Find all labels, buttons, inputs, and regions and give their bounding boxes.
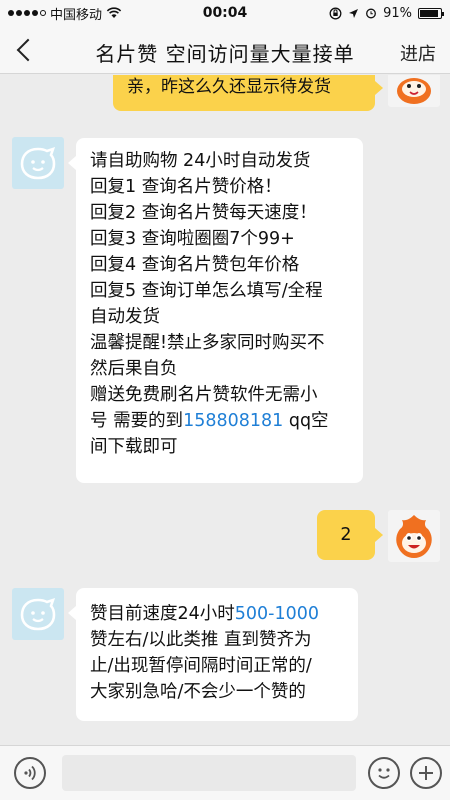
emoji-icon: [378, 768, 390, 779]
message-line: 回复4 查询名片赞包年价格: [90, 255, 300, 275]
message-bubble-outgoing[interactable]: 亲，昨这么久还显示待发货: [113, 75, 383, 111]
message-line: 回复3 查询啦圈圈7个99+: [90, 229, 295, 249]
message-line: 赞左右/以此类推 直到赞齐为: [90, 630, 312, 650]
battery-fill: [420, 9, 439, 17]
battery-percent: 91%: [383, 5, 412, 21]
location-icon: [349, 8, 359, 18]
message-line: 号 需要的到158808181 qq空: [90, 408, 349, 434]
avatar[interactable]: [12, 137, 64, 189]
message-bubble-outgoing[interactable]: 2: [317, 510, 383, 560]
message-line: 赞目前速度24小时500-1000: [90, 601, 344, 627]
avatar[interactable]: [388, 75, 440, 107]
chat-area[interactable]: 亲，昨这么久还显示待发货 请自助购物 24小时自动发货 回复1 查询名片赞价格！…: [0, 75, 450, 745]
message-line: 大家别急哈/不会少一个赞的: [90, 682, 306, 702]
message-line: 间下载即可: [90, 437, 178, 457]
message-line: 回复5 查询订单怎么填写/全程: [90, 281, 323, 301]
message-line: 回复2 查询名片赞每天速度！: [90, 203, 317, 223]
nav-bar: 名片赞 空间访问量大量接单 进店: [0, 26, 450, 74]
rotation-lock-icon: [329, 7, 342, 19]
battery-icon: [418, 7, 444, 19]
message-text: 号 需要的到: [90, 411, 184, 431]
input-bar: [0, 745, 450, 800]
alarm-icon: [366, 8, 377, 19]
voice-icon: [24, 765, 36, 781]
speed-range-highlight: 500-1000: [234, 604, 320, 624]
message-bubble-incoming[interactable]: 赞目前速度24小时500-1000 赞左右/以此类推 直到赞齐为 止/出现暂停间…: [68, 588, 358, 721]
message-line: 回复1 查询名片赞价格！: [90, 177, 282, 197]
message-text: 赞目前速度24小时: [90, 604, 235, 624]
message-line: 止/出现暂停间隔时间正常的/: [90, 656, 312, 676]
message-line: 赠送免费刷名片赞软件无需小: [90, 385, 318, 405]
bot-avatar-icon: [20, 146, 56, 180]
message-line: 请自助购物 24小时自动发货: [90, 151, 311, 171]
user-avatar-icon: [397, 78, 431, 104]
signal-icon: [8, 10, 46, 16]
message-line: 自动发货: [90, 307, 160, 327]
bot-avatar-icon: [20, 597, 56, 631]
status-bar: 中国移动 00:04 91%: [0, 0, 450, 26]
emoji-button[interactable]: [368, 757, 400, 789]
page-title: 名片赞 空间访问量大量接单: [95, 42, 355, 66]
message-text: qq空: [283, 411, 329, 431]
message-bubble-incoming[interactable]: 请自助购物 24小时自动发货 回复1 查询名片赞价格！ 回复2 查询名片赞每天速…: [68, 138, 363, 483]
avatar[interactable]: [388, 510, 440, 562]
qq-number-link[interactable]: 158808181: [183, 411, 283, 431]
message-input[interactable]: [62, 755, 356, 791]
voice-button[interactable]: [14, 757, 46, 789]
enter-store-button[interactable]: 进店: [400, 40, 436, 66]
message-text: 亲，昨这么久还显示待发货: [127, 77, 331, 97]
message-line: 然后果自负: [90, 359, 178, 379]
plus-button[interactable]: [410, 757, 442, 789]
user-avatar-icon: [396, 515, 432, 558]
message-text: 2: [340, 525, 352, 545]
status-time: 00:04: [202, 5, 248, 21]
wifi-icon: [106, 7, 122, 18]
carrier-label: 中国移动: [50, 7, 103, 23]
message-line: 温馨提醒!禁止多家同时购买不: [90, 333, 325, 353]
avatar[interactable]: [12, 588, 64, 640]
